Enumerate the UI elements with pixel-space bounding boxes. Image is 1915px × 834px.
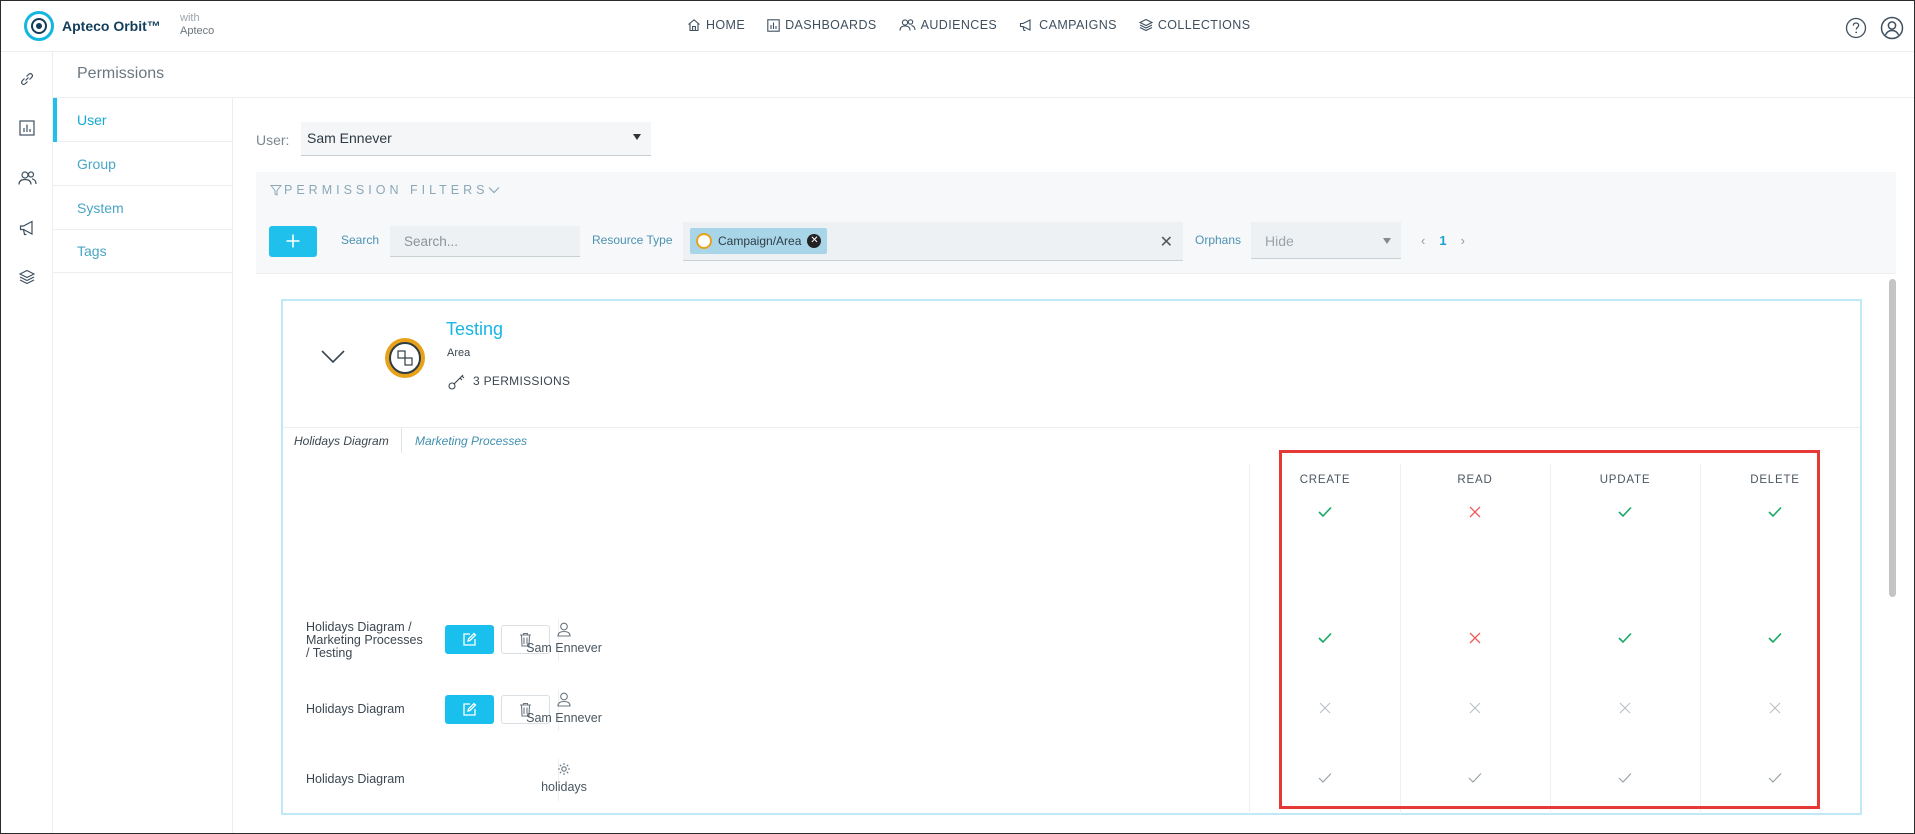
row-owner-name: Sam Ennever (526, 711, 602, 725)
highlight-box (1279, 450, 1820, 809)
current-page[interactable]: 1 (1439, 233, 1446, 248)
account-icon[interactable] (1880, 16, 1904, 45)
add-permission-button[interactable] (269, 226, 317, 257)
help-icon[interactable] (1845, 17, 1867, 44)
resource-type-chip: Campaign/Area ✕ (690, 228, 828, 254)
crumb-holidays-diagram[interactable]: Holidays Diagram (294, 434, 389, 448)
nav-collections-label: COLLECTIONS (1157, 18, 1251, 32)
row-owner: Sam Ennever (489, 622, 639, 655)
search-label: Search (341, 233, 380, 247)
campaign-area-icon (696, 233, 712, 249)
nav-home[interactable]: HOME (687, 18, 745, 32)
with-apteco: with Apteco (180, 12, 214, 38)
search-input[interactable] (390, 226, 580, 257)
app-name: Apteco Orbit™ (62, 18, 161, 34)
home-icon (688, 19, 700, 32)
header-divider (53, 97, 1914, 98)
collections-icon[interactable] (17, 267, 37, 287)
nav-collections[interactable]: COLLECTIONS (1138, 18, 1251, 32)
row-path: Holidays Diagram (306, 703, 405, 716)
orphans-select[interactable]: Hide (1251, 222, 1401, 259)
orphans-select-value: Hide (1265, 233, 1294, 249)
permission-filters-panel: PERMISSION FILTERS Search Resource Type … (256, 172, 1896, 274)
campaigns-icon[interactable] (17, 218, 37, 238)
remove-chip-icon[interactable]: ✕ (807, 234, 822, 248)
card-divider (283, 427, 1860, 428)
nav-campaigns[interactable]: CAMPAIGNS (1019, 18, 1117, 32)
main-nav: HOME DASHBOARDS AUDIENCES CAMPAIGNS COLL… (687, 18, 1272, 32)
with-brand: Apteco (180, 25, 215, 37)
row-owner-name: holidays (541, 780, 587, 794)
row-owner: Sam Ennever (489, 692, 639, 725)
card-title[interactable]: Testing (446, 319, 503, 340)
row-path: Holidays Diagram / Marketing Processes /… (306, 621, 423, 660)
app-window: Apteco Orbit™ with Apteco HOME DASHBOARD… (0, 0, 1915, 834)
user-select[interactable]: Sam Ennever (301, 122, 651, 156)
left-rail (1, 52, 53, 833)
row-owner-name: Sam Ennever (526, 641, 602, 655)
filter-icon (270, 185, 282, 196)
prev-page-icon[interactable]: ‹ (1421, 233, 1425, 248)
permissions-count: 3 PERMISSIONS (447, 371, 570, 391)
chevron-down-icon[interactable] (320, 349, 346, 370)
edit-icon (463, 702, 477, 716)
nav-home-label: HOME (706, 18, 746, 32)
plus-icon (286, 234, 300, 248)
key-icon (448, 374, 465, 390)
resource-type-chip-label: Campaign/Area (718, 234, 802, 248)
edit-icon (463, 632, 477, 646)
caret-down-icon (633, 134, 641, 140)
row-path-line: Holidays Diagram (306, 702, 405, 716)
user-select-value: Sam Ennever (307, 130, 392, 146)
submenu-item-group[interactable]: Group (53, 142, 233, 186)
nav-dashboards[interactable]: DASHBOARDS (767, 18, 877, 32)
top-bar: Apteco Orbit™ with Apteco HOME DASHBOARD… (1, 1, 1914, 52)
permission-filters-title: PERMISSION FILTERS (284, 183, 489, 197)
dashboard-icon[interactable] (17, 118, 37, 138)
vertical-scrollbar[interactable] (1889, 279, 1896, 597)
permissions-count-label: 3 PERMISSIONS (473, 374, 571, 388)
pagination: ‹ 1 › (1421, 233, 1465, 248)
clear-icon[interactable]: ✕ (1160, 232, 1173, 252)
audiences-icon[interactable] (17, 168, 37, 188)
edit-button[interactable] (445, 625, 494, 654)
row-path-line: / Testing (306, 646, 353, 660)
next-page-icon[interactable]: › (1461, 233, 1465, 248)
nav-campaigns-label: CAMPAIGNS (1039, 18, 1117, 32)
gear-icon (558, 763, 570, 775)
nav-audiences-label: AUDIENCES (920, 18, 998, 32)
user-icon (557, 622, 571, 637)
submenu-item-user[interactable]: User (53, 98, 233, 142)
resource-type-label: Resource Type (592, 233, 673, 247)
permission-filters-toggle[interactable]: PERMISSION FILTERS (270, 183, 500, 197)
crumb-marketing-processes[interactable]: Marketing Processes (415, 434, 527, 448)
row-owner: holidays (489, 762, 639, 794)
orbit-logo-icon (24, 11, 54, 41)
nav-dashboards-label: DASHBOARDS (785, 18, 877, 32)
submenu-item-system[interactable]: System (53, 186, 233, 230)
with-label: with (180, 12, 200, 24)
page-title: Permissions (77, 65, 165, 82)
bar-chart-icon (767, 18, 780, 32)
row-path: Holidays Diagram (306, 773, 405, 786)
nav-audiences[interactable]: AUDIENCES (899, 18, 998, 32)
submenu-item-tags[interactable]: Tags (53, 229, 233, 273)
chevron-down-icon (489, 187, 500, 194)
resource-type-select[interactable]: Campaign/Area ✕ ✕ (683, 222, 1183, 261)
area-icon (385, 338, 425, 378)
user-icon (557, 692, 571, 707)
megaphone-icon (1020, 19, 1031, 32)
row-path-line: Holidays Diagram (306, 772, 405, 786)
card-type: Area (447, 347, 471, 359)
orphans-label: Orphans (1195, 233, 1242, 247)
crumb-separator (401, 427, 402, 453)
layers-icon (1138, 18, 1153, 32)
edit-button[interactable] (445, 695, 494, 724)
people-icon (899, 19, 916, 31)
app-logo[interactable]: Apteco Orbit™ (24, 11, 161, 41)
permissions-submenu: User Group System Tags (53, 98, 233, 833)
user-select-label: User: (256, 132, 290, 148)
caret-down-icon (1383, 238, 1391, 244)
link-icon[interactable] (17, 69, 37, 89)
